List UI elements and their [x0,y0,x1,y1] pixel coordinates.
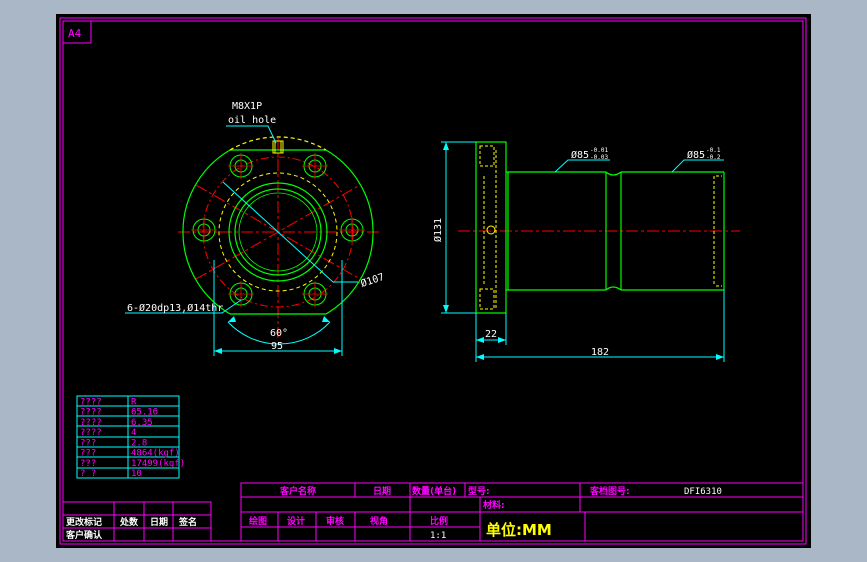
dia2-tol-upper: -0.1 [706,147,721,154]
bolt-holes-note: 6-Ø20dp13,Ø14thr [127,302,223,314]
spec-key: ??? [80,459,96,469]
spec-value: 17499(kgf) [131,459,185,469]
spec-value: 10 [131,469,142,479]
customer-confirm-label: 客户确认 [65,529,103,541]
spec-key: ? ? [80,469,96,479]
view-label: 视角 [370,515,388,527]
spec-value: 4864(kgf) [131,449,180,459]
flange-label: 22 [485,329,497,340]
spec-value: 2.8 [131,438,147,448]
scale-label: 比例 [430,515,448,527]
angle-label: 60° [270,328,288,339]
cad-drawing: A4 M8X1P oil hole 6-Ø20dp13,Ø14thr Ø107 … [0,0,867,562]
thread-callout: M8X1P [232,101,262,112]
dia2-tol-lower: -0.2 [706,154,721,161]
spec-key: ???? [80,397,102,407]
dia1-tol-lower: -0.03 [590,154,608,161]
width-label: 95 [271,341,283,352]
size-label: A4 [68,27,82,40]
quantity-label: 数量(单台) [412,485,456,497]
drawing-no-label: 客档图号: [589,485,630,497]
customer-name-label: 客户名称 [279,485,316,497]
spec-value: R [131,397,137,407]
review-label: 审核 [326,515,344,527]
revision-sign-label: 签名 [178,516,197,528]
unit-label: 单位:MM [486,521,552,539]
dia1-label: Ø85 [571,149,589,161]
date-label: 日期 [373,485,391,497]
height-label: Ø131 [432,218,444,242]
scale-value: 1:1 [430,531,446,541]
model-label: 型号: [468,485,490,497]
spec-key: ??? [80,438,96,448]
revision-count-label: 处数 [119,516,139,528]
dia2-label: Ø85 [687,149,705,161]
drawn-label: 绘图 [249,515,267,527]
spec-value: 65.16 [131,408,158,418]
material-label: 材料: [482,499,505,511]
length-label: 182 [591,347,609,358]
revision-date-label: 日期 [150,516,168,528]
spec-key: ???? [80,408,102,418]
spec-key: ??? [80,449,96,459]
spec-key: ???? [80,418,102,428]
spec-key: ???? [80,428,102,438]
design-label: 设计 [287,515,305,527]
oil-hole-callout: oil hole [228,115,276,126]
spec-value: 4 [131,428,136,438]
drawing-no-value: DFI6310 [684,487,722,497]
dia1-tol-upper: -0.01 [590,147,608,154]
spec-value: 6.35 [131,418,153,428]
revision-mark-label: 更改标记 [66,516,102,528]
